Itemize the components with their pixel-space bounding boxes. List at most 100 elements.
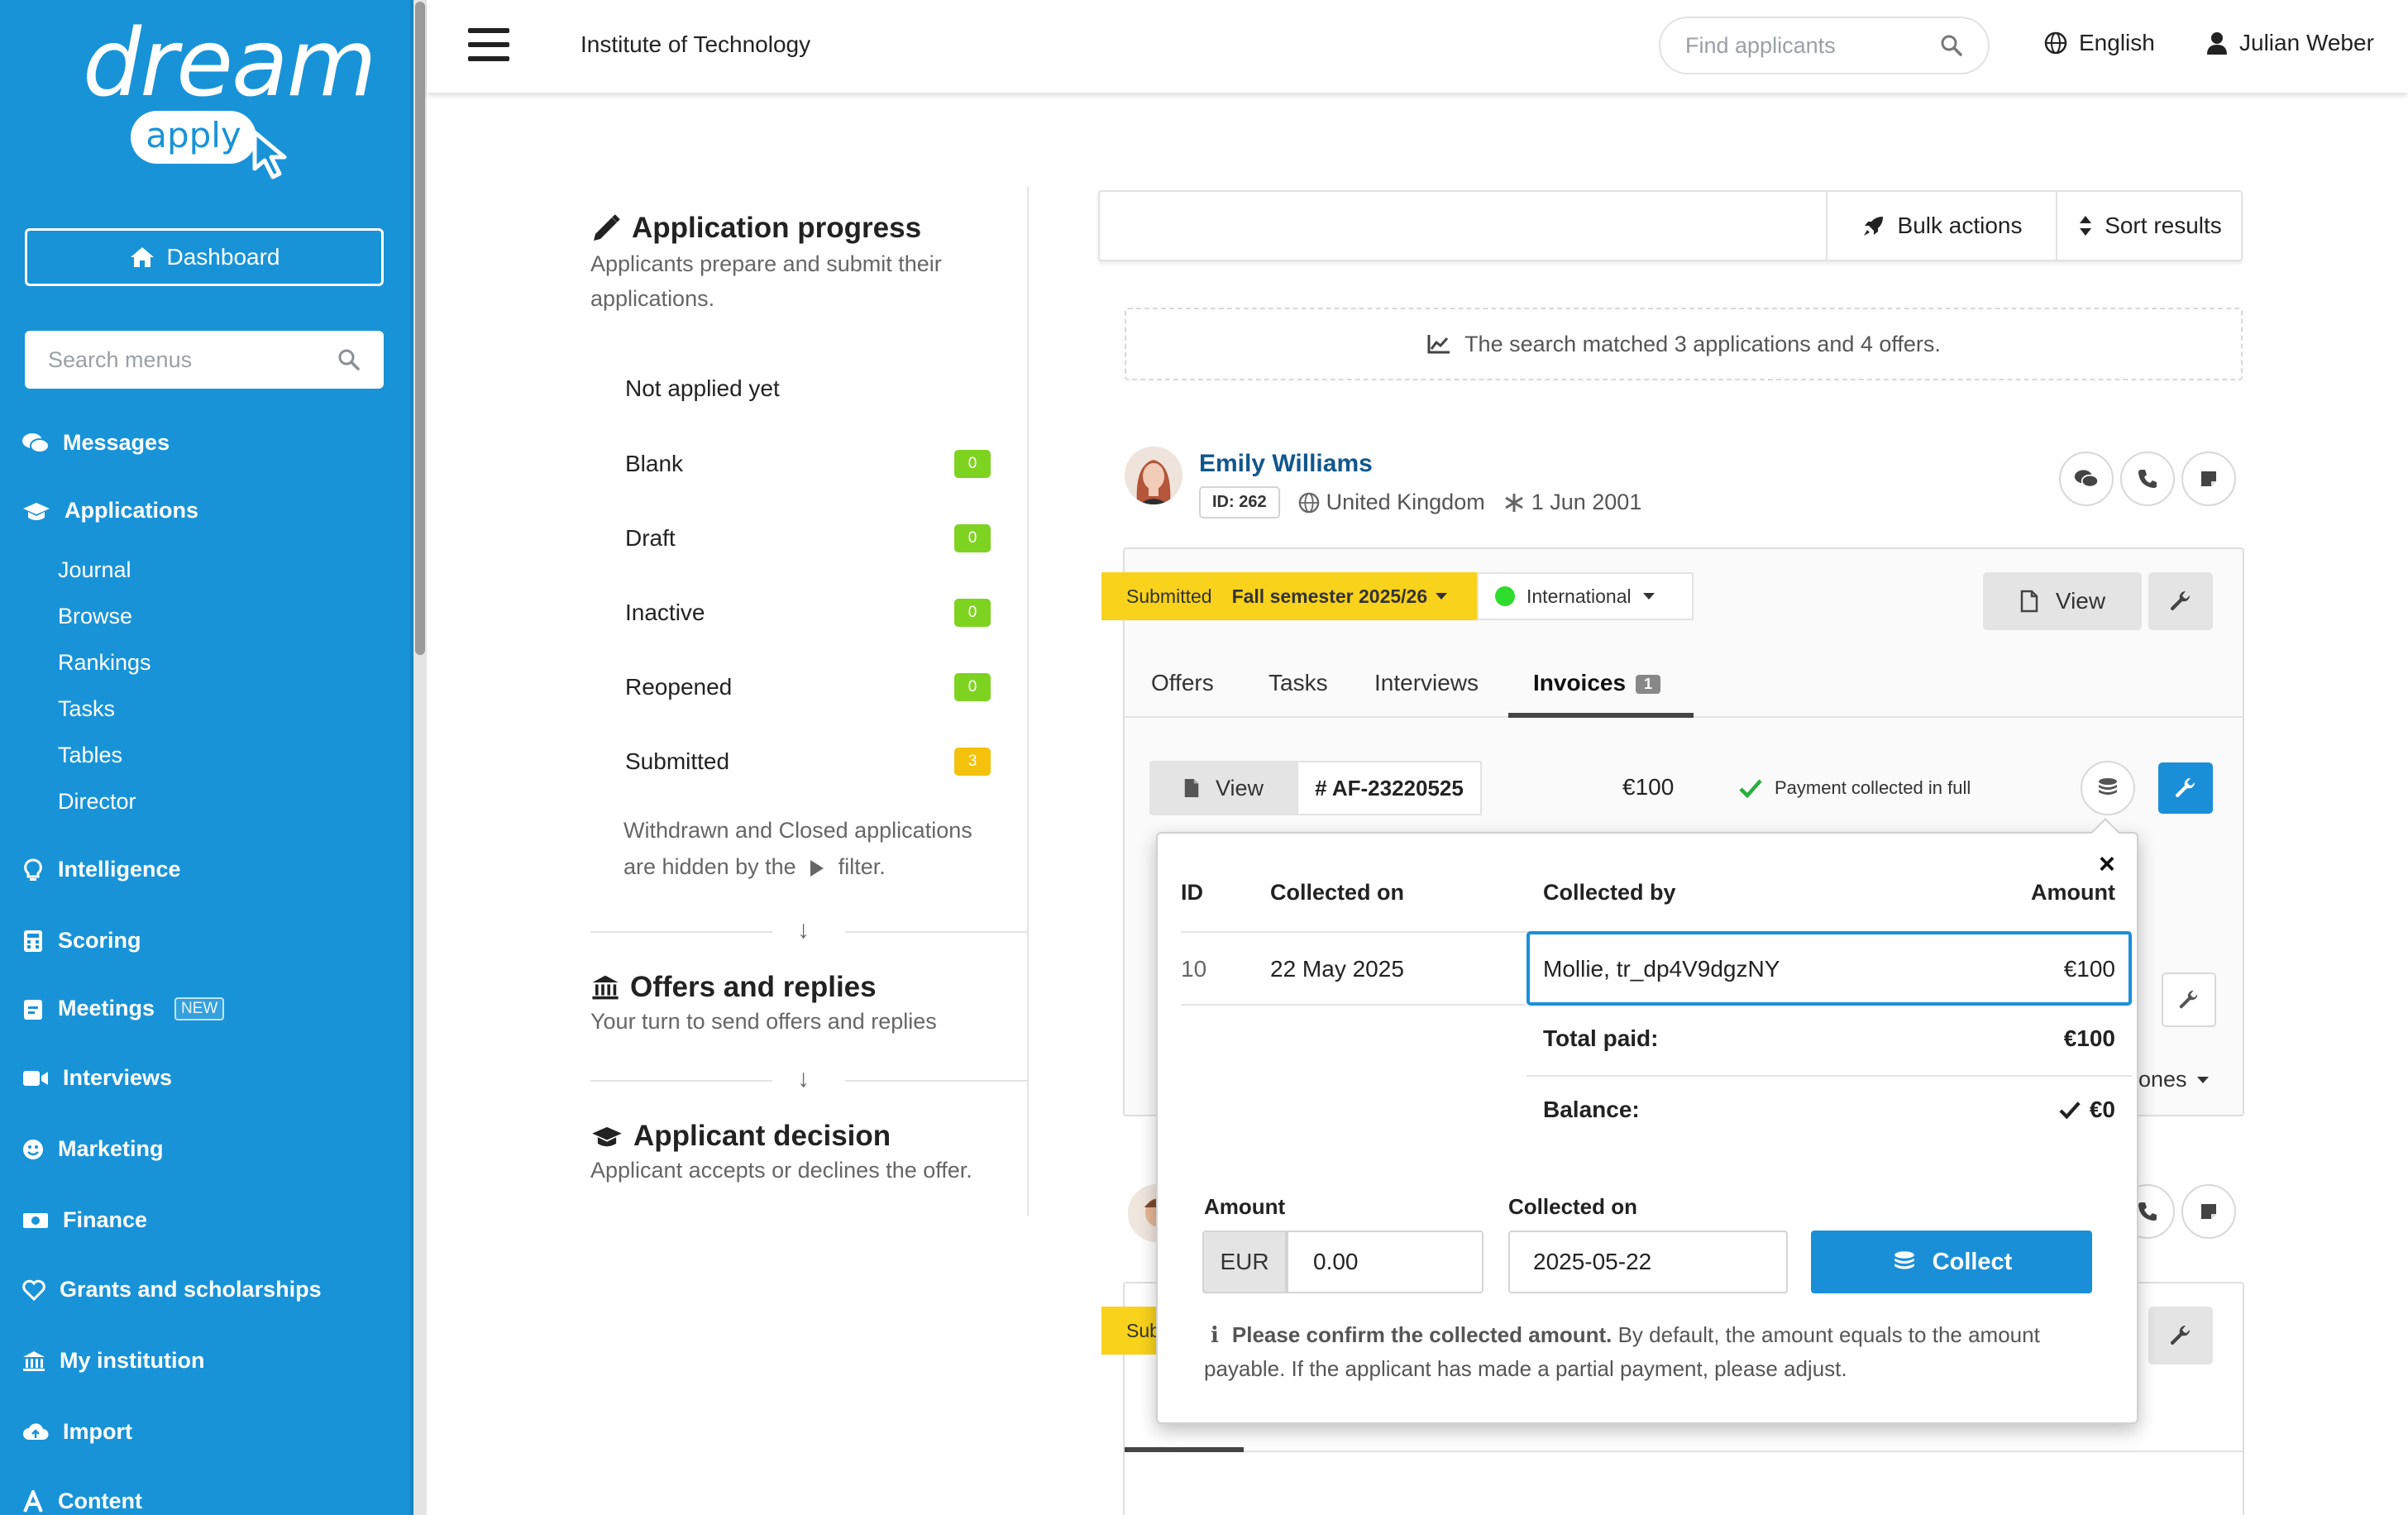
view-invoice-button[interactable]: View: [1149, 761, 1297, 815]
collected-on-input[interactable]: 2025-05-22: [1508, 1231, 1788, 1293]
arrow-down-icon: ↓: [797, 1065, 810, 1092]
second-settings-button[interactable]: [2148, 1307, 2213, 1364]
offers-replies-heading: Offers and replies: [630, 971, 877, 1003]
search-icon[interactable]: [1940, 34, 1963, 57]
institution-icon: [23, 1350, 45, 1371]
sidebar-item-scoring[interactable]: Scoring: [22, 928, 141, 953]
collect-label: Collect: [1932, 1248, 2013, 1275]
user-menu[interactable]: Julian Weber: [2206, 30, 2374, 56]
amount-input[interactable]: 0.00: [1287, 1231, 1484, 1293]
tab-invoices[interactable]: Invoices 1: [1533, 670, 1661, 696]
status-label: Not applied yet: [625, 375, 780, 401]
sidebar-subitem-rankings[interactable]: Rankings: [58, 650, 151, 676]
invoice-number: # AF-23220525: [1297, 761, 1482, 815]
payment-status: Payment collected in full: [1738, 777, 1971, 799]
tab-offers[interactable]: Offers: [1151, 670, 1214, 696]
sidebar-item-messages[interactable]: Messages: [22, 430, 170, 456]
status-blank[interactable]: Blank 0: [625, 450, 991, 478]
call-button[interactable]: [2120, 452, 2175, 506]
col-header-collected-by: Collected by: [1543, 880, 1676, 905]
sidebar-subitem-tables[interactable]: Tables: [58, 743, 122, 768]
sidebar-item-my-institution[interactable]: My institution: [22, 1348, 204, 1374]
sidebar-item-label: Applications: [64, 498, 199, 523]
comments-icon: [22, 433, 50, 453]
divider: [845, 1080, 1027, 1082]
language-selector[interactable]: English: [2044, 30, 2155, 56]
hint-text-end: filter.: [838, 854, 886, 879]
sidebar-item-label: Grants and scholarships: [60, 1277, 322, 1302]
sidebar-scrollbar[interactable]: [413, 0, 427, 1515]
file-icon: [2020, 590, 2038, 613]
coins-icon: [2099, 778, 2117, 795]
user-name: Julian Weber: [2239, 30, 2374, 55]
institution-icon: [592, 975, 619, 1000]
heart-icon: [22, 1279, 45, 1301]
sidebar-subitem-browse[interactable]: Browse: [58, 604, 132, 629]
coins-icon: [1894, 1251, 1914, 1269]
scrollbar-thumb[interactable]: [415, 2, 425, 655]
sort-results-button[interactable]: Sort results: [2056, 192, 2243, 260]
application-progress-title: Application progress: [590, 212, 921, 245]
sidebar-subitem-tasks[interactable]: Tasks: [58, 696, 115, 722]
hamburger-menu-icon[interactable]: [468, 26, 509, 63]
sidebar-item-intelligence[interactable]: Intelligence: [22, 857, 181, 882]
status-submitted[interactable]: Submitted 3: [625, 748, 991, 776]
payment-id: 10: [1181, 956, 1207, 982]
balance-amount: €0: [2089, 1097, 2115, 1122]
application-tabs: Offers Tasks Interviews Invoices 1: [1125, 662, 2243, 718]
sidebar-item-grants[interactable]: Grants and scholarships: [22, 1277, 322, 1302]
status-draft[interactable]: Draft 0: [625, 524, 991, 552]
hidden-filter-hint: Withdrawn and Closed applications are hi…: [624, 812, 1004, 885]
tab-tasks[interactable]: Tasks: [1268, 670, 1328, 696]
panel-divider: [1027, 187, 1029, 1216]
applicant-avatar[interactable]: [1125, 447, 1182, 504]
applicant-country-label: United Kingdom: [1326, 490, 1485, 514]
calculator-icon: [24, 930, 42, 952]
application-status-bar[interactable]: Submitted Fall semester 2025/26: [1101, 572, 1477, 620]
status-reopened[interactable]: Reopened 0: [625, 673, 991, 701]
sidebar-item-meetings[interactable]: Meetings NEW: [22, 996, 225, 1021]
sidebar-item-label: Interviews: [63, 1065, 173, 1090]
milestones-dropdown[interactable]: ones: [2138, 1067, 2209, 1092]
sidebar-item-content[interactable]: Content: [22, 1489, 142, 1514]
tab-interviews[interactable]: Interviews: [1374, 670, 1479, 696]
status-not-applied[interactable]: Not applied yet: [625, 375, 991, 402]
application-settings-button[interactable]: [2148, 572, 2213, 630]
institution-name[interactable]: Institute of Technology: [580, 31, 810, 58]
collect-button[interactable]: Collect: [1811, 1231, 2092, 1293]
sidebar-item-interviews[interactable]: Interviews: [22, 1065, 172, 1091]
status-count: 0: [954, 599, 991, 627]
caret-down-icon: [1642, 593, 1655, 600]
second-note-button[interactable]: [2181, 1184, 2236, 1239]
payments-button[interactable]: [2081, 761, 2135, 815]
wrench-icon: [2179, 990, 2198, 1009]
sidebar-item-marketing[interactable]: Marketing: [22, 1136, 164, 1162]
note-button[interactable]: [2181, 452, 2236, 506]
sidebar-item-label: Meetings: [58, 996, 155, 1020]
semester-dropdown[interactable]: Fall semester 2025/26: [1232, 585, 1448, 608]
semester-label: Fall semester 2025/26: [1231, 585, 1428, 607]
results-toolbar: Bulk actions Sort results: [1098, 190, 2243, 261]
cloud-upload-icon: [23, 1422, 49, 1440]
graduation-cap-icon: [592, 1126, 622, 1147]
message-button[interactable]: [2059, 452, 2114, 506]
applicant-meta: ID: 262 United Kingdom 1 Jun 2001: [1199, 486, 1641, 519]
invoice-settings-button[interactable]: [2158, 762, 2213, 814]
check-icon: [1739, 779, 1762, 799]
secondary-settings-button[interactable]: [2162, 973, 2216, 1027]
total-paid-label: Total paid:: [1543, 1025, 1659, 1051]
sidebar-item-applications[interactable]: Applications: [22, 498, 198, 523]
close-icon[interactable]: ×: [2099, 848, 2115, 881]
applicant-name-link[interactable]: Emily Williams: [1199, 450, 1373, 478]
sidebar-item-import[interactable]: Import: [22, 1419, 132, 1445]
bulk-actions-button[interactable]: Bulk actions: [1826, 192, 2056, 260]
sidebar-subitem-director[interactable]: Director: [58, 789, 136, 815]
sidebar-search-input[interactable]: Search menus: [25, 331, 384, 389]
find-applicants-input[interactable]: Find applicants: [1659, 17, 1990, 74]
sidebar-subitem-journal[interactable]: Journal: [58, 557, 131, 583]
track-dropdown[interactable]: International: [1477, 572, 1694, 620]
view-application-button[interactable]: View: [1983, 572, 2142, 630]
status-inactive[interactable]: Inactive 0: [625, 599, 991, 627]
dashboard-button[interactable]: Dashboard: [25, 228, 384, 286]
sidebar-item-finance[interactable]: Finance: [22, 1207, 147, 1233]
